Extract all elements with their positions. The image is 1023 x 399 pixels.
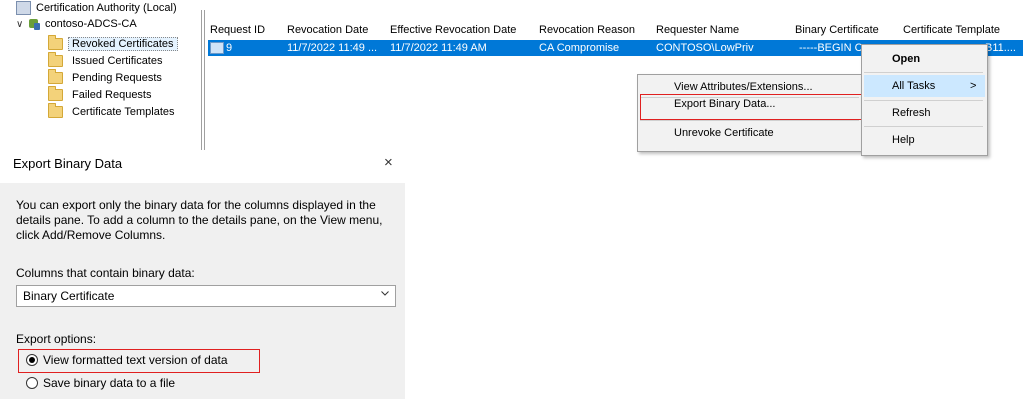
certification-authority-icon	[16, 1, 31, 16]
menu-separator	[864, 72, 983, 73]
option-save-label: Save binary data to a file	[43, 376, 176, 390]
columns-label: Columns that contain binary data:	[16, 266, 195, 280]
pane-splitter[interactable]	[201, 10, 205, 150]
binary-column-dropdown[interactable]: Binary Certificate	[16, 285, 396, 307]
dialog-title: Export Binary Data	[13, 156, 123, 171]
column-header-requester-name[interactable]: Requester Name	[656, 22, 739, 38]
dialog-description: You can export only the binary data for …	[16, 198, 383, 242]
tree-item-label: Issued Certificates	[72, 55, 163, 67]
tree-item-revoked-certificates[interactable]: Revoked Certificates	[48, 35, 178, 52]
folder-icon	[48, 103, 63, 119]
menu-item-all-tasks-label: All Tasks	[892, 80, 936, 92]
menu-separator	[864, 100, 983, 101]
column-header-request-id[interactable]: Request ID	[210, 22, 265, 38]
menu-item-help[interactable]: Help	[892, 129, 915, 151]
folder-icon	[48, 86, 63, 102]
cell-request-id-text: 9	[226, 42, 233, 54]
folder-icon	[48, 35, 63, 51]
column-header-revocation-reason[interactable]: Revocation Reason	[539, 22, 635, 38]
cell-effective-revocation-date: 11/7/2022 11:49 AM	[390, 42, 487, 54]
cell-request-id: 9	[210, 40, 232, 56]
tree-item-failed-requests[interactable]: Failed Requests	[48, 86, 152, 103]
menu-item-unrevoke-certificate[interactable]: Unrevoke Certificate	[674, 122, 774, 144]
column-header-effective-revocation-date[interactable]: Effective Revocation Date	[390, 22, 516, 38]
cell-certificate-template: B11....	[985, 42, 1016, 54]
submenu-arrow-icon: >	[970, 80, 977, 92]
tree-node-ca[interactable]: ∨ contoso-ADCS-CA	[16, 16, 137, 32]
column-header-certificate-template[interactable]: Certificate Template	[903, 22, 1000, 38]
folder-icon	[48, 52, 63, 68]
menu-item-refresh[interactable]: Refresh	[892, 102, 931, 124]
tree-root-label: Certification Authority (Local)	[36, 2, 177, 14]
certificate-icon	[210, 42, 224, 55]
menu-separator	[640, 120, 859, 121]
tree-item-certificate-templates[interactable]: Certificate Templates	[48, 103, 175, 120]
tree-item-label: Certificate Templates	[72, 106, 175, 118]
chevron-down-icon[interactable]: ∨	[16, 17, 28, 33]
menu-item-open[interactable]: Open	[892, 48, 920, 70]
cell-requester-name: CONTOSO\LowPriv	[656, 42, 754, 54]
cell-revocation-date: 11/7/2022 11:49 ...	[287, 42, 378, 54]
tree-item-label: Failed Requests	[72, 89, 152, 101]
cell-revocation-reason: CA Compromise	[539, 42, 620, 54]
export-options-label: Export options:	[16, 332, 97, 346]
tree-item-pending-requests[interactable]: Pending Requests	[48, 69, 162, 86]
tree-item-label: Revoked Certificates	[68, 37, 178, 51]
highlight-box-view-option	[18, 349, 260, 373]
tree-root-certification-authority[interactable]: Certification Authority (Local)	[16, 0, 177, 16]
context-menu: Open All Tasks > Refresh Help	[861, 44, 988, 156]
menu-separator	[864, 126, 983, 127]
ca-server-icon	[28, 18, 40, 31]
tree-item-label: Pending Requests	[72, 72, 162, 84]
option-save-binary-data[interactable]: Save binary data to a file	[18, 374, 258, 392]
cell-binary-certificate: -----BEGIN C	[799, 42, 863, 54]
highlight-box-export-binary-data	[640, 94, 862, 120]
console-tree: Certification Authority (Local) ∨ contoso…	[0, 0, 200, 150]
binary-column-dropdown-value: Binary Certificate	[23, 289, 115, 303]
column-header-revocation-date[interactable]: Revocation Date	[287, 22, 368, 38]
radio-save-binary-data[interactable]	[26, 377, 38, 389]
close-icon[interactable]: ×	[384, 154, 393, 171]
tree-item-issued-certificates[interactable]: Issued Certificates	[48, 52, 163, 69]
column-header-binary-certificate[interactable]: Binary Certificate	[795, 22, 879, 38]
tree-node-ca-label: contoso-ADCS-CA	[45, 18, 137, 30]
folder-icon	[48, 69, 63, 85]
chevron-down-icon	[381, 291, 389, 296]
